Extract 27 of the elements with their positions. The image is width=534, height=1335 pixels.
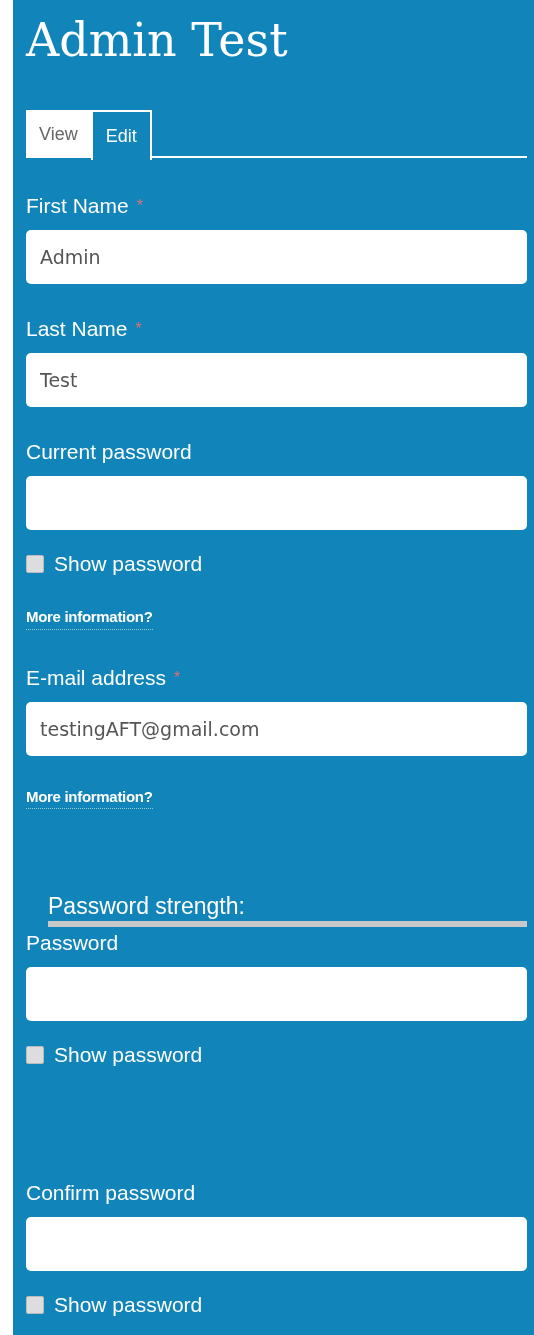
checkbox-label: Show password	[54, 1043, 203, 1067]
field-label: Last Name	[26, 317, 128, 341]
input-field[interactable]: Admin	[26, 230, 527, 284]
input-field[interactable]	[26, 1217, 527, 1271]
field-label: First Name	[26, 194, 129, 218]
required-mark: *	[135, 319, 142, 339]
tab[interactable]: View	[26, 110, 91, 158]
checkbox-label: Show password	[54, 1293, 203, 1317]
checkbox[interactable]	[26, 555, 44, 573]
input-field[interactable]	[26, 476, 527, 530]
input-field[interactable]	[26, 967, 527, 1021]
field-label: Current password	[26, 440, 192, 464]
checkbox[interactable]	[26, 1296, 44, 1314]
field-label: E-mail address	[26, 665, 167, 690]
input-field[interactable]: Test	[26, 353, 527, 407]
page-title: Admin Test	[26, 12, 288, 68]
field-label: Password	[26, 931, 119, 955]
input-field[interactable]: testingAFT@gmail.com	[26, 701, 527, 756]
checkbox[interactable]	[26, 1046, 44, 1064]
help-link[interactable]: More information?	[26, 785, 153, 809]
strength-label: Password strength:	[48, 892, 245, 921]
field-label: Confirm password	[26, 1181, 196, 1205]
required-mark: *	[174, 667, 181, 688]
help-link[interactable]: More information?	[26, 606, 153, 630]
tab[interactable]: Edit	[90, 110, 152, 160]
checkbox-label: Show password	[54, 552, 203, 576]
required-mark: *	[136, 196, 143, 216]
